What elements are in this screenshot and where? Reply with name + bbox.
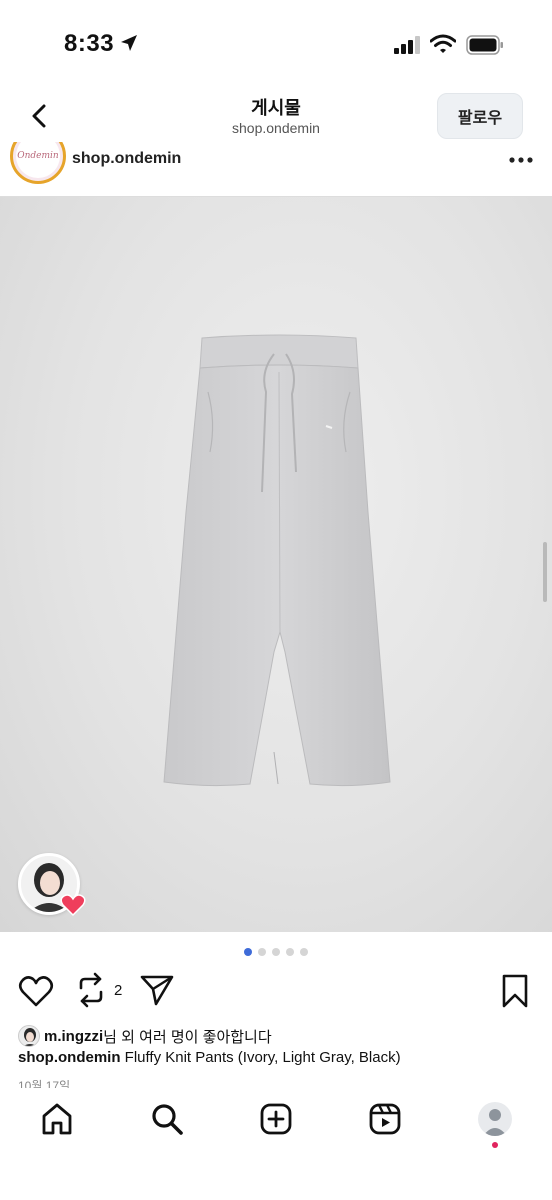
likes-text: 님 외 여러 명이 좋아합니다 [103, 1028, 272, 1046]
home-icon[interactable] [40, 1102, 74, 1136]
post-caption: shop.ondemin Fluffy Knit Pants (Ivory, L… [18, 1049, 401, 1066]
search-icon[interactable] [150, 1102, 184, 1136]
repost-count: 2 [114, 982, 123, 999]
more-horizontal-icon[interactable] [508, 156, 534, 164]
status-time: 8:33 [64, 30, 115, 57]
carousel-dot [272, 948, 280, 956]
knit-pants-photo [163, 334, 391, 787]
person-icon [483, 1109, 507, 1136]
post-actions: 2 [0, 970, 552, 1014]
carousel-dot [258, 948, 266, 956]
person-icon [23, 1028, 37, 1046]
signal-icon [394, 36, 420, 54]
repost-icon[interactable] [76, 972, 106, 1008]
follow-button[interactable]: 팔로우 [437, 93, 523, 139]
post-author-row: Ondemin shop.ondemin [0, 142, 552, 198]
liker-mini-avatar [18, 1025, 40, 1047]
bookmark-icon[interactable] [500, 973, 530, 1009]
liker-username[interactable]: m.ingzzi [44, 1028, 103, 1045]
send-icon[interactable] [140, 974, 174, 1006]
profile-icon[interactable] [478, 1102, 512, 1136]
post-image[interactable] [0, 197, 552, 932]
caption-username[interactable]: shop.ondemin [18, 1049, 121, 1066]
carousel-dot-active [244, 948, 252, 956]
author-username[interactable]: shop.ondemin [72, 150, 181, 168]
heart-icon[interactable] [18, 974, 54, 1008]
battery-icon [466, 35, 503, 55]
wifi-icon [430, 34, 456, 53]
notification-dot [492, 1142, 498, 1148]
caption-text: Fluffy Knit Pants (Ivory, Light Gray, Bl… [124, 1049, 401, 1066]
scrollbar-thumb[interactable] [543, 542, 547, 602]
reels-icon[interactable] [368, 1102, 402, 1136]
heart-badge-icon [60, 894, 86, 917]
create-plus-icon[interactable] [259, 1102, 293, 1136]
location-arrow-icon [121, 35, 137, 51]
carousel-dot [286, 948, 294, 956]
author-avatar[interactable]: Ondemin [10, 142, 66, 184]
carousel-dot [300, 948, 308, 956]
author-avatar-logo: Ondemin [16, 142, 60, 178]
likes-summary[interactable]: m.ingzzi 님 외 여러 명이 좋아합니다 [18, 1025, 272, 1047]
bottom-navigation [0, 1088, 552, 1200]
carousel-indicator [0, 948, 552, 956]
status-bar: 8:33 [0, 0, 552, 88]
